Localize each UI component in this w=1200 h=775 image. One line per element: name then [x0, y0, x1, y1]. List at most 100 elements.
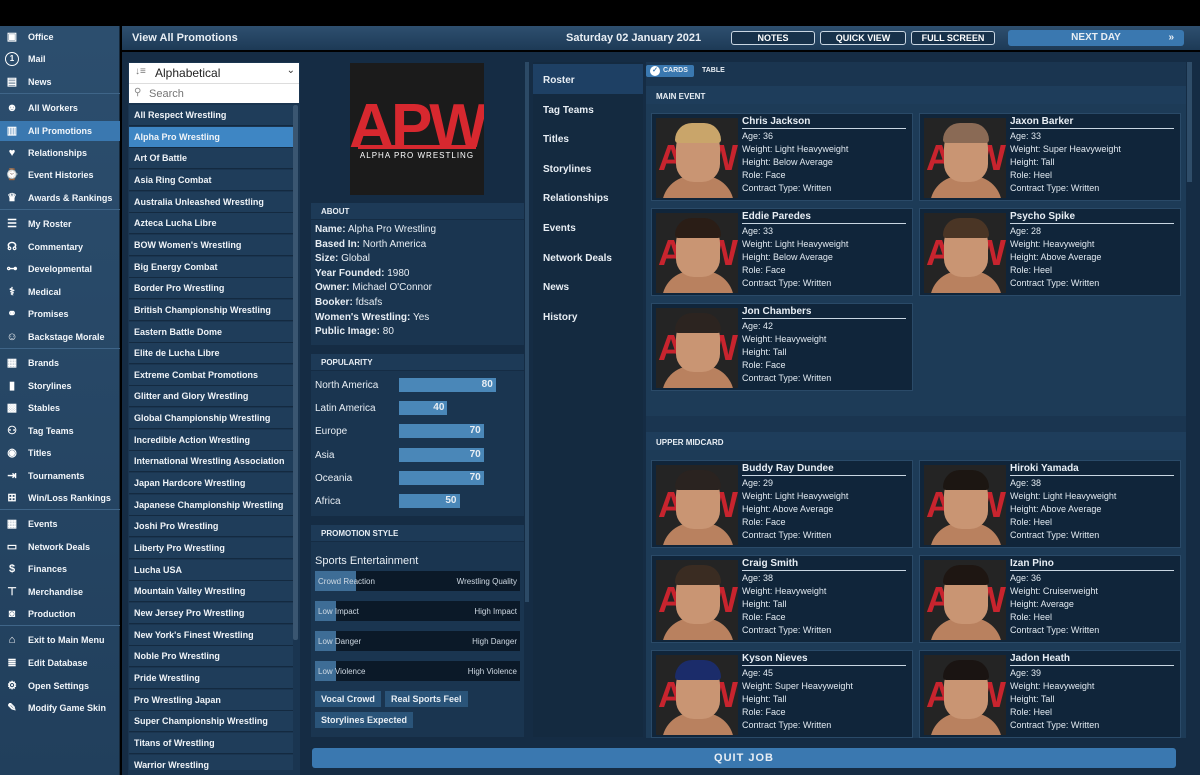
worker-name[interactable]: Jadon Heath	[1010, 653, 1174, 666]
worker-name[interactable]: Buddy Ray Dundee	[742, 463, 906, 476]
worker-name[interactable]: Chris Jackson	[742, 116, 906, 129]
subnav-relationships[interactable]: Relationships	[533, 182, 643, 212]
nav-item-open-settings[interactable]: ⚙ Open Settings	[0, 676, 120, 696]
promotion-list-item[interactable]: BOW Women's Wrestling	[129, 234, 293, 256]
worker-card[interactable]: APW Izan Pino Age: 36 Weight: Cruiserweight…	[919, 555, 1181, 643]
subnav-history[interactable]: History	[533, 301, 643, 331]
worker-name[interactable]: Hiroki Yamada	[1010, 463, 1174, 476]
notes-button[interactable]: NOTES	[731, 31, 815, 45]
promotion-list-item[interactable]: Incredible Action Wrestling	[129, 429, 293, 451]
nav-item-merchandise[interactable]: ⊤ Merchandise	[0, 582, 120, 602]
worker-card[interactable]: APW Jaxon Barker Age: 33 Weight: Super Heav…	[919, 113, 1181, 201]
worker-card[interactable]: APW Jon Chambers Age: 42 Weight: Heavyweigh…	[651, 303, 913, 391]
promotion-list-item[interactable]: Joshi Pro Wrestling	[129, 516, 293, 538]
nav-item-all-promotions[interactable]: ▥ All Promotions	[0, 121, 120, 141]
quick-view-button[interactable]: QUICK VIEW	[820, 31, 906, 45]
promotion-list-item[interactable]: New Jersey Pro Wrestling	[129, 602, 293, 624]
promotion-list-item[interactable]: Alpha Pro Wrestling	[129, 126, 293, 148]
subnav-network-deals[interactable]: Network Deals	[533, 242, 643, 272]
worker-card[interactable]: APW Eddie Paredes Age: 33 Weight: Light Hea…	[651, 208, 913, 296]
worker-name[interactable]: Jon Chambers	[742, 306, 906, 319]
promotion-list-item[interactable]: Japan Hardcore Wrestling	[129, 473, 293, 495]
nav-item-promises[interactable]: ⚭ Promises	[0, 304, 120, 324]
nav-item-titles[interactable]: ◉ Titles	[0, 443, 120, 463]
nav-item-my-roster[interactable]: ☰ My Roster	[0, 214, 120, 234]
promotion-list-item[interactable]: Azteca Lucha Libre	[129, 213, 293, 235]
promotion-list-item[interactable]: All Respect Wrestling	[129, 105, 293, 126]
worker-card[interactable]: APW Buddy Ray Dundee Age: 29 Weight: Light …	[651, 460, 913, 548]
worker-card[interactable]: APW Craig Smith Age: 38 Weight: Heavyweight…	[651, 555, 913, 643]
worker-card[interactable]: APW Jadon Heath Age: 39 Weight: Heavyweight…	[919, 650, 1181, 738]
nav-item-awards-rankings[interactable]: ♛ Awards & Rankings	[0, 188, 120, 208]
worker-name[interactable]: Eddie Paredes	[742, 211, 906, 224]
table-view-button[interactable]: TABLE	[702, 67, 725, 74]
subnav-events[interactable]: Events	[533, 212, 643, 242]
promotion-list-item[interactable]: British Championship Wrestling	[129, 299, 293, 321]
promotion-list-item[interactable]: Big Energy Combat	[129, 256, 293, 278]
worker-name[interactable]: Kyson Nieves	[742, 653, 906, 666]
worker-card[interactable]: APW Psycho Spike Age: 28 Weight: Heavyweigh…	[919, 208, 1181, 296]
sort-select[interactable]: ↓≡ Alphabetical ⌄	[129, 63, 299, 83]
nav-item-stables[interactable]: ▩ Stables	[0, 398, 120, 418]
nav-item-mail[interactable]: 1 Mail	[0, 49, 120, 69]
nav-item-finances[interactable]: $ Finances	[0, 559, 120, 579]
full-screen-button[interactable]: FULL SCREEN	[911, 31, 995, 45]
promotion-list-item[interactable]: Border Pro Wrestling	[129, 278, 293, 300]
list-scrollbar[interactable]	[293, 105, 298, 640]
subnav-roster[interactable]: Roster	[533, 64, 643, 94]
nav-item-win-loss-rankings[interactable]: ⊞ Win/Loss Rankings	[0, 488, 120, 508]
next-day-button[interactable]: NEXT DAY »	[1008, 30, 1184, 46]
nav-item-events[interactable]: ▦ Events	[0, 514, 120, 534]
search-input[interactable]	[149, 86, 289, 102]
promotion-list-item[interactable]: Elite de Lucha Libre	[129, 343, 293, 365]
promotion-list-item[interactable]: Art Of Battle	[129, 148, 293, 170]
nav-item-brands[interactable]: ▦ Brands	[0, 353, 120, 373]
promotion-list-item[interactable]: Noble Pro Wrestling	[129, 646, 293, 668]
worker-name[interactable]: Psycho Spike	[1010, 211, 1174, 224]
promotion-list-item[interactable]: Liberty Pro Wrestling	[129, 538, 293, 559]
subnav-news[interactable]: News	[533, 271, 643, 301]
promotion-list-item[interactable]: Eastern Battle Dome	[129, 321, 293, 343]
nav-item-storylines[interactable]: ▮ Storylines	[0, 376, 120, 396]
subnav-tag-teams[interactable]: Tag Teams	[533, 94, 643, 124]
promotion-list-item[interactable]: New York's Finest Wrestling	[129, 624, 293, 646]
quit-job-button[interactable]: QUIT JOB	[312, 748, 1176, 768]
roster-scrollbar[interactable]	[1187, 62, 1192, 182]
nav-item-event-histories[interactable]: ⌚ Event Histories	[0, 165, 120, 185]
nav-item-exit-to-main-menu[interactable]: ⌂ Exit to Main Menu	[0, 630, 120, 650]
subnav-storylines[interactable]: Storylines	[533, 153, 643, 183]
promotion-list-item[interactable]: Titans of Wrestling	[129, 732, 293, 754]
worker-name[interactable]: Jaxon Barker	[1010, 116, 1174, 129]
promotion-list-item[interactable]: Pride Wrestling	[129, 667, 293, 689]
promotion-list-item[interactable]: Warrior Wrestling	[129, 754, 293, 770]
promotion-list-item[interactable]: Japanese Championship Wrestling	[129, 494, 293, 516]
promotion-list-item[interactable]: Global Championship Wrestling	[129, 408, 293, 430]
nav-item-backstage-morale[interactable]: ☺ Backstage Morale	[0, 327, 120, 347]
subnav-titles[interactable]: Titles	[533, 123, 643, 153]
worker-card[interactable]: APW Hiroki Yamada Age: 38 Weight: Light Hea…	[919, 460, 1181, 548]
nav-item-commentary[interactable]: ☊ Commentary	[0, 237, 120, 257]
nav-item-all-workers[interactable]: ☻ All Workers	[0, 98, 120, 118]
nav-item-tournaments[interactable]: ⇥ Tournaments	[0, 466, 120, 486]
promotion-list-item[interactable]: Lucha USA	[129, 559, 293, 581]
worker-name[interactable]: Izan Pino	[1010, 558, 1174, 571]
nav-item-relationships[interactable]: ♥ Relationships	[0, 143, 120, 163]
promotion-list-item[interactable]: Extreme Combat Promotions	[129, 364, 293, 386]
info-scrollbar[interactable]	[525, 62, 529, 602]
nav-item-tag-teams[interactable]: ⚇ Tag Teams	[0, 421, 120, 441]
promotion-list-item[interactable]: Asia Ring Combat	[129, 169, 293, 191]
promotion-list-item[interactable]: Pro Wrestling Japan	[129, 689, 293, 711]
promotion-list-item[interactable]: Glitter and Glory Wrestling	[129, 386, 293, 408]
nav-item-network-deals[interactable]: ▭ Network Deals	[0, 537, 120, 557]
promotion-list-item[interactable]: International Wrestling Association	[129, 451, 293, 473]
nav-item-production[interactable]: ◙ Production	[0, 604, 120, 624]
nav-item-developmental[interactable]: ⊶ Developmental	[0, 259, 120, 279]
nav-item-office[interactable]: ▣ Office	[0, 27, 120, 47]
nav-item-medical[interactable]: ⚕ Medical	[0, 282, 120, 302]
promotion-list-item[interactable]: Mountain Valley Wrestling	[129, 581, 293, 603]
cards-view-button[interactable]: ✓ CARDS	[646, 65, 694, 77]
worker-card[interactable]: APW Chris Jackson Age: 36 Weight: Light Hea…	[651, 113, 913, 201]
nav-item-edit-database[interactable]: ≣ Edit Database	[0, 653, 120, 673]
nav-item-modify-game-skin[interactable]: ✎ Modify Game Skin	[0, 698, 120, 718]
promotion-list-item[interactable]: Australia Unleashed Wrestling	[129, 191, 293, 213]
